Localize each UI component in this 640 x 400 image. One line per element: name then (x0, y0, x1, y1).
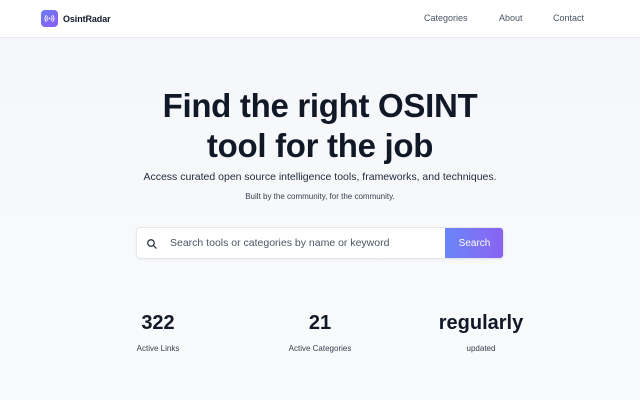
hero-title-line-1: Find the right OSINT (162, 87, 478, 124)
top-navbar: OsintRadar Categories About Contact (0, 0, 640, 38)
nav-link-categories[interactable]: Categories (424, 13, 468, 23)
stat-value: 21 (308, 312, 332, 334)
hero-title-line-2: tool for the job (206, 127, 434, 164)
search-icon (146, 237, 158, 249)
radar-signal-icon (41, 10, 58, 27)
stat-value: 322 (141, 312, 175, 334)
nav-link-contact[interactable]: Contact (553, 13, 584, 23)
search-button[interactable]: Search (445, 228, 503, 258)
stat-value: regularly (438, 312, 524, 334)
hero-title: Find the right OSINT tool for the job (0, 86, 640, 166)
stat-active-links: 322 Active Links (98, 311, 218, 353)
stat-label: Active Categories (288, 344, 352, 353)
search-bar: Search (136, 227, 504, 259)
brand-name: OsintRadar (63, 13, 111, 24)
hero-tagline: Built by the community, for the communit… (245, 192, 395, 201)
search-input[interactable] (170, 228, 446, 258)
brand-link[interactable]: OsintRadar (41, 10, 111, 27)
stat-label: updated (466, 344, 496, 353)
stat-label: Active Links (136, 344, 180, 353)
stat-active-categories: 21 Active Categories (260, 311, 380, 353)
nav-link-about[interactable]: About (499, 13, 523, 23)
hero-subtitle: Access curated open source intelligence … (143, 171, 497, 183)
stat-update-frequency: regularly updated (421, 311, 541, 353)
